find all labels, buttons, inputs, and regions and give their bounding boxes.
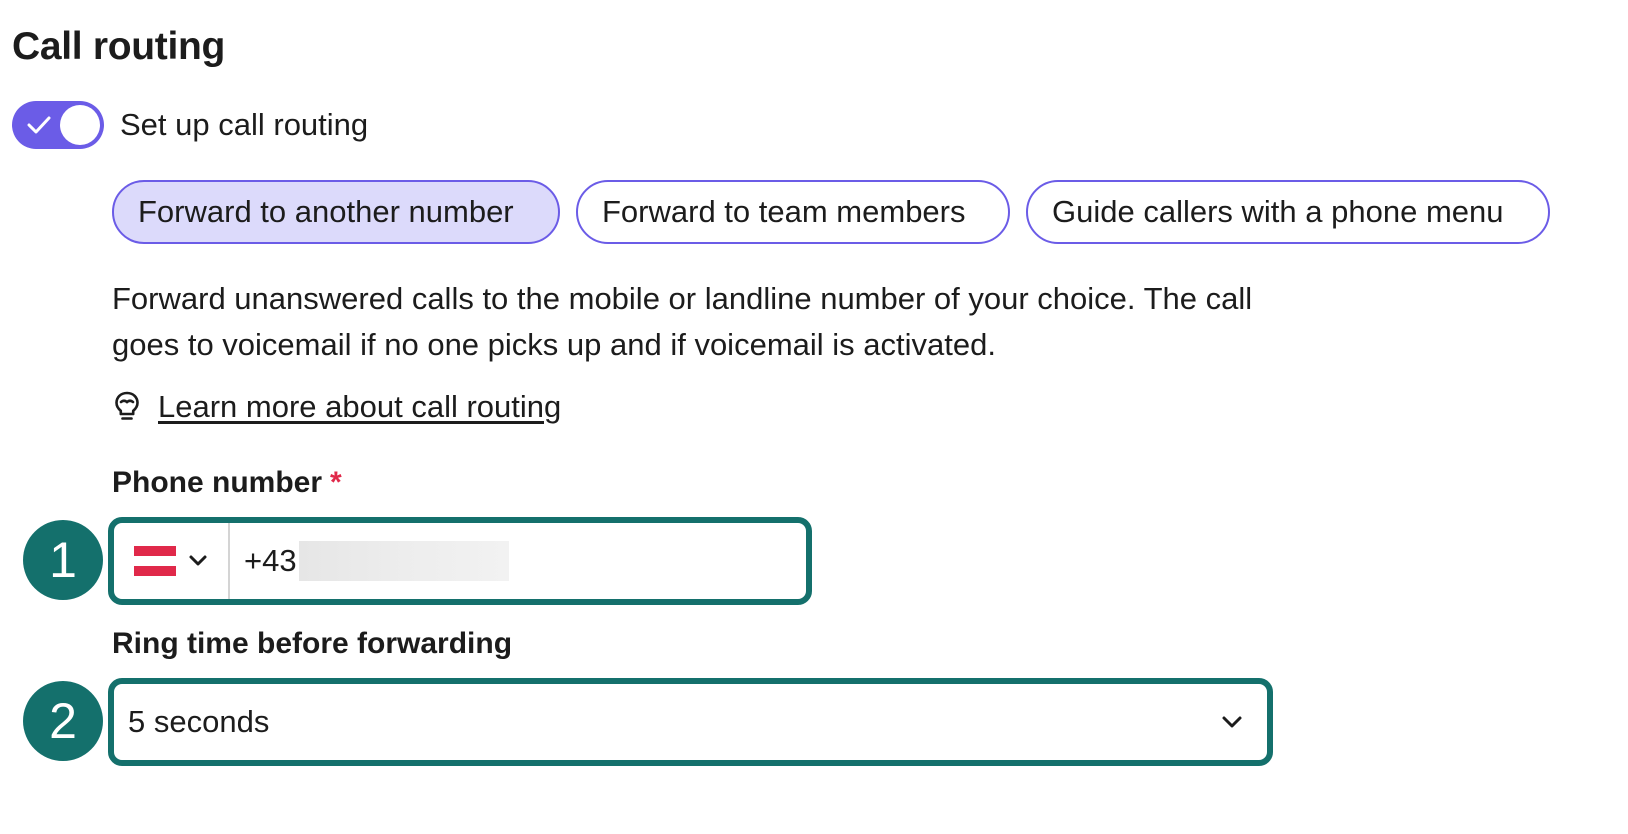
country-selector[interactable] — [114, 523, 230, 599]
phone-number-input[interactable] — [298, 541, 509, 581]
phone-input-wrap: +43 — [230, 523, 806, 599]
call-routing-toggle-row: Set up call routing — [12, 101, 368, 149]
country-code-prefix: +43 — [244, 543, 297, 578]
lightbulb-icon — [115, 391, 139, 420]
option-forward-to-number[interactable]: Forward to another number — [112, 180, 560, 244]
austria-flag-icon — [134, 546, 176, 576]
toggle-knob — [60, 105, 100, 145]
phone-number-field: +43 — [108, 517, 812, 605]
chevron-down-icon — [189, 555, 207, 566]
learn-more-row: Learn more about call routing — [112, 384, 561, 430]
ring-time-select[interactable]: 5 seconds — [108, 678, 1273, 766]
chevron-down-icon — [1222, 716, 1242, 728]
call-routing-toggle-label: Set up call routing — [120, 107, 369, 142]
annotation-badge-2: 2 — [23, 681, 103, 761]
ring-time-label: Ring time before forwarding — [112, 627, 513, 660]
routing-description: Forward unanswered calls to the mobile o… — [112, 281, 1253, 362]
phone-number-label-text: Phone number — [112, 466, 323, 499]
ring-time-value: 5 seconds — [128, 704, 270, 739]
required-marker: * — [330, 466, 342, 499]
learn-more-link[interactable]: Learn more about call routing — [158, 389, 561, 425]
page-title: Call routing — [12, 25, 226, 68]
option-forward-to-team[interactable]: Forward to team members — [576, 180, 1010, 244]
call-routing-toggle[interactable] — [12, 101, 104, 149]
annotation-badge-1: 1 — [23, 520, 103, 600]
option-phone-menu[interactable]: Guide callers with a phone menu — [1026, 180, 1550, 244]
phone-number-label: Phone number * — [112, 463, 342, 503]
routing-options: Forward to another number Forward to tea… — [112, 180, 1550, 244]
checkmark-icon — [27, 116, 51, 134]
